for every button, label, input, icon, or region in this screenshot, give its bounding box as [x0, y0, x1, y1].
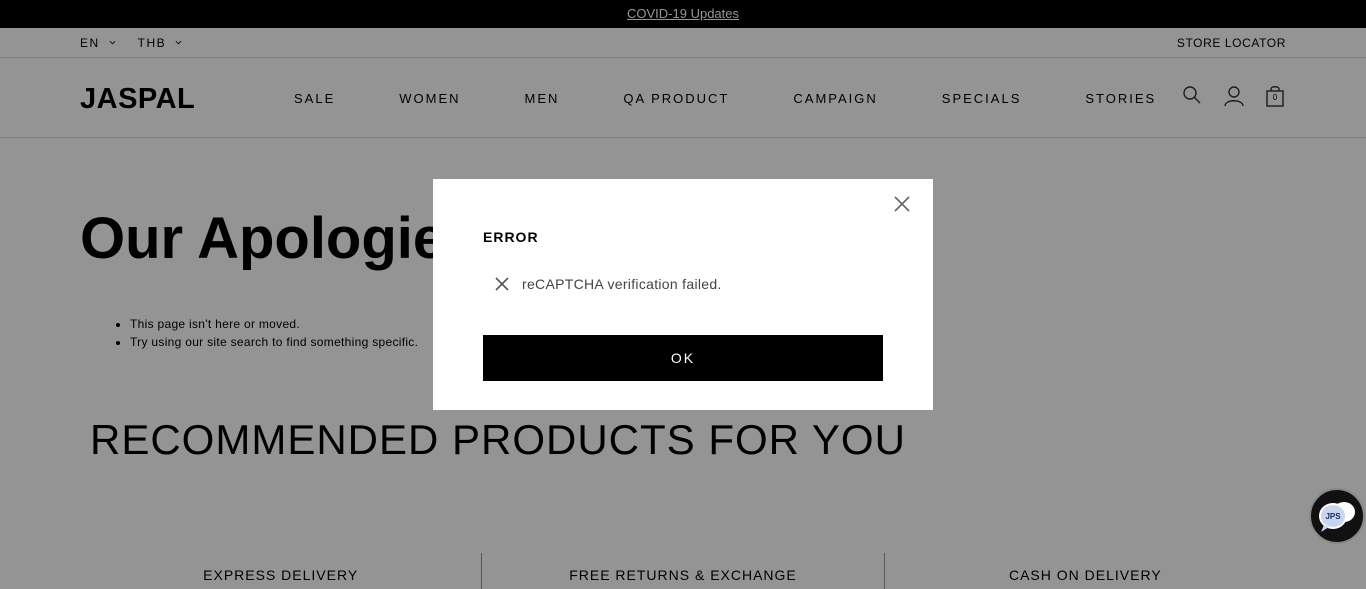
chat-bubble-icon: JPS [1319, 502, 1355, 532]
error-message-text: reCAPTCHA verification failed. [522, 276, 722, 292]
close-icon[interactable] [893, 195, 911, 213]
chat-badge: JPS [1325, 512, 1341, 521]
chat-widget-button[interactable]: JPS [1309, 488, 1365, 544]
ok-button[interactable]: OK [483, 335, 883, 381]
error-x-icon [495, 277, 509, 291]
error-message: reCAPTCHA verification failed. [495, 276, 722, 292]
error-modal: ERROR reCAPTCHA verification failed. OK [433, 179, 933, 410]
modal-title: ERROR [483, 229, 539, 245]
